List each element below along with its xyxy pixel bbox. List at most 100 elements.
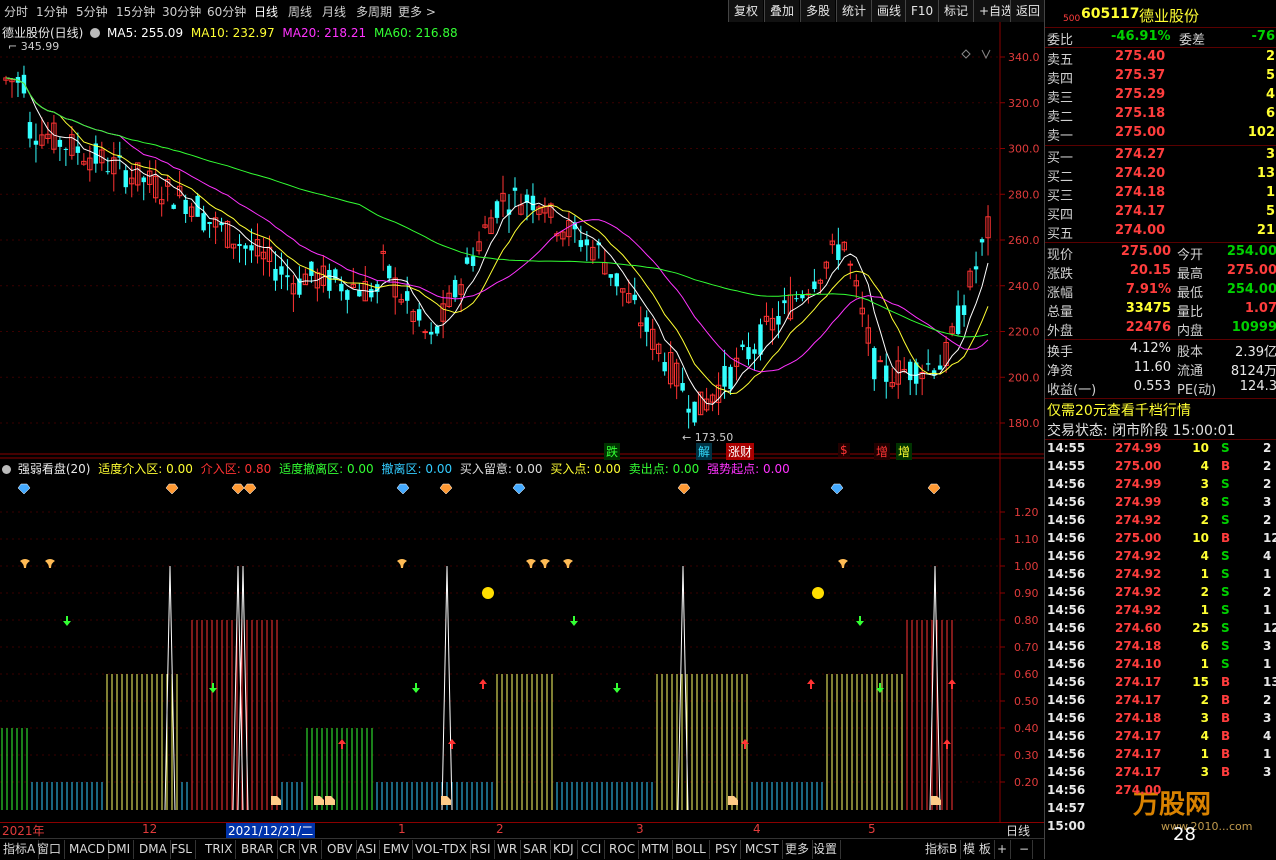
indicator-b-tab-4[interactable]: − <box>1016 840 1034 859</box>
period-tab-5min[interactable]: 5分钟 <box>76 3 108 20</box>
indicator-b-tab-2[interactable]: 模 板 <box>960 840 995 859</box>
indicator-tab-4[interactable]: DMI <box>104 840 135 859</box>
indicator-title[interactable]: 强弱看盘(20) <box>18 462 91 476</box>
ask-level-5[interactable]: 卖五 275.40 2 <box>1045 49 1276 68</box>
indicator-tab-11[interactable]: OBV <box>324 840 357 859</box>
indicator-tab-15[interactable]: RSI <box>468 840 495 859</box>
promo-row[interactable]: 仅需20元查看千档行情 <box>1045 400 1276 420</box>
mark-button[interactable]: 标记 <box>938 0 974 22</box>
event-marker-dollar[interactable]: $ <box>838 443 850 457</box>
bid-level-2[interactable]: 买二 274.20 13 <box>1045 166 1276 185</box>
multi-stock-button[interactable]: 多股 <box>800 0 836 22</box>
fundamental-label: 换手 <box>1047 345 1074 360</box>
indicator-tab-16[interactable]: WR <box>494 840 522 859</box>
indicator-tab-20[interactable]: ROC <box>606 840 640 859</box>
settings-dot-icon[interactable] <box>2 465 11 474</box>
period-tab-daily[interactable]: 日线 <box>254 3 278 20</box>
indicator-tab-8[interactable]: BRAR <box>238 840 278 859</box>
indicator-tab-25[interactable]: 更多 <box>782 840 814 859</box>
ask-level-3[interactable]: 卖三 275.29 4 <box>1045 87 1276 106</box>
indicator-tab-19[interactable]: CCI <box>578 840 606 859</box>
candle <box>578 240 584 247</box>
tick-volume: 15 <box>1192 675 1209 689</box>
indicator-tab-21[interactable]: MTM <box>638 840 674 859</box>
period-tab-30min[interactable]: 30分钟 <box>162 3 201 20</box>
promo-link[interactable]: 仅需20元查看千档行情 <box>1047 400 1191 420</box>
indicator-b-tab-3[interactable]: + <box>994 840 1012 859</box>
indicator-tick-label: 1.10 <box>1014 533 1039 546</box>
f10-button[interactable]: F10 <box>905 0 939 22</box>
candle <box>847 263 854 266</box>
tick-volume: 2 <box>1200 693 1209 707</box>
indicator-tab-6[interactable]: FSL <box>168 840 196 859</box>
tick-volume: 1 <box>1200 603 1209 617</box>
fundamental-row[interactable]: 收益(一) 0.553 PE(动) 124.3 <box>1045 379 1276 398</box>
ask-level-4[interactable]: 卖四 275.37 5 <box>1045 68 1276 87</box>
indicator-tab-5[interactable]: DMA <box>136 840 171 859</box>
period-tab-fenshi[interactable]: 分时 <box>4 3 28 20</box>
indicator-tab-18[interactable]: KDJ <box>550 840 578 859</box>
dropdown-icon[interactable] <box>90 28 101 38</box>
tick-row: 14:56 274.99 3 S 2 <box>1045 477 1276 495</box>
event-marker-increase[interactable]: 增 <box>874 443 891 460</box>
period-tab-multi[interactable]: 多周期 <box>356 3 392 20</box>
weibi-row: 委比 -46.91% 委差 -76 <box>1045 29 1276 48</box>
quote-row[interactable]: 现价 275.00 今开 254.00 <box>1045 244 1276 263</box>
quote-row[interactable]: 总量 33475 量比 1.07 <box>1045 301 1276 320</box>
bid-level-5[interactable]: 买五 274.00 21 <box>1045 223 1276 242</box>
bid-level-1[interactable]: 买一 274.27 3 <box>1045 147 1276 166</box>
candle <box>387 265 392 279</box>
kline-chart[interactable]: 340.0 320.0 300.0 280.0 260.0 240.0 220.0 200.0… <box>0 22 1044 822</box>
indicator-tab-17[interactable]: SAR <box>520 840 552 859</box>
bid-level-3[interactable]: 买三 274.18 1 <box>1045 185 1276 204</box>
fuquan-button[interactable]: 复权 <box>728 0 764 22</box>
event-marker-drop[interactable]: 跌 <box>604 443 621 460</box>
chart-title[interactable]: 德业股份(日线) <box>2 26 83 40</box>
tick-price: 274.92 <box>1115 603 1162 617</box>
back-button[interactable]: 返回 <box>1010 0 1046 22</box>
quote-value: 254.00 <box>1226 244 1276 259</box>
indicator-tab-22[interactable]: BOLL <box>672 840 710 859</box>
price-tick-label: 200.0 <box>1008 371 1040 384</box>
period-tab-15min[interactable]: 15分钟 <box>116 3 155 20</box>
indicator-tab-9[interactable]: CR <box>276 840 300 859</box>
indicator-tab-2[interactable]: 窗口 <box>34 840 66 859</box>
statistics-button[interactable]: 统计 <box>836 0 872 22</box>
quote-row[interactable]: 外盘 22476 内盘 10999 <box>1045 320 1276 339</box>
period-tab-more[interactable]: 更多 > <box>398 3 436 20</box>
indicator-tab-24[interactable]: MCST <box>742 840 783 859</box>
stock-name[interactable]: 德业股份 <box>1139 5 1199 26</box>
quote-row[interactable]: 涨跌 20.15 最高 275.00 <box>1045 263 1276 282</box>
ask-level-2[interactable]: 卖二 275.18 6 <box>1045 106 1276 125</box>
indicator-b-tab-1[interactable]: 指标B <box>922 840 962 859</box>
fundamental-row[interactable]: 换手 4.12% 股本 2.39亿 <box>1045 341 1276 360</box>
indicator-tab-26[interactable]: 设置 <box>810 840 842 859</box>
indicator-tab-7[interactable]: TRIX <box>202 840 237 859</box>
stock-code[interactable]: 605117 <box>1081 6 1139 22</box>
event-marker-finance[interactable]: 涨财 <box>726 443 755 460</box>
period-tab-weekly[interactable]: 周线 <box>288 3 312 20</box>
indicator-tab-10[interactable]: VR <box>298 840 322 859</box>
indicator-tab-14[interactable]: VOL-TDX <box>412 840 471 859</box>
bid-level-4[interactable]: 买四 274.17 5 <box>1045 204 1276 223</box>
indicator-tab-12[interactable]: ASI <box>354 840 381 859</box>
event-marker-increase-2[interactable]: 增 <box>896 443 913 460</box>
period-tab-60min[interactable]: 60分钟 <box>207 3 246 20</box>
indicator-tab-13[interactable]: EMV <box>380 840 414 859</box>
ask-level-1[interactable]: 卖一 275.00 102 <box>1045 125 1276 144</box>
indicator-tab-23[interactable]: PSY <box>712 840 742 859</box>
tick-price: 274.60 <box>1115 621 1162 635</box>
candle <box>836 244 841 260</box>
period-tab-1min[interactable]: 1分钟 <box>36 3 68 20</box>
fundamental-row[interactable]: 净资 11.60 流通 8124万 <box>1045 360 1276 379</box>
indicator-tab-3[interactable]: MACD <box>66 840 109 859</box>
quote-row[interactable]: 涨幅 7.91% 最低 254.00 <box>1045 282 1276 301</box>
event-marker-unlock[interactable]: 解 <box>696 443 713 460</box>
period-tab-monthly[interactable]: 月线 <box>322 3 346 20</box>
tick-side: S <box>1221 567 1230 581</box>
axis-period-label[interactable]: 日线 <box>1006 822 1030 839</box>
draw-line-button[interactable]: 画线 <box>871 0 907 22</box>
indicator-field-4: 撤离区: 0.00 <box>381 462 453 476</box>
quote-value: 275.00 <box>1226 263 1276 278</box>
overlay-button[interactable]: 叠加 <box>764 0 800 22</box>
